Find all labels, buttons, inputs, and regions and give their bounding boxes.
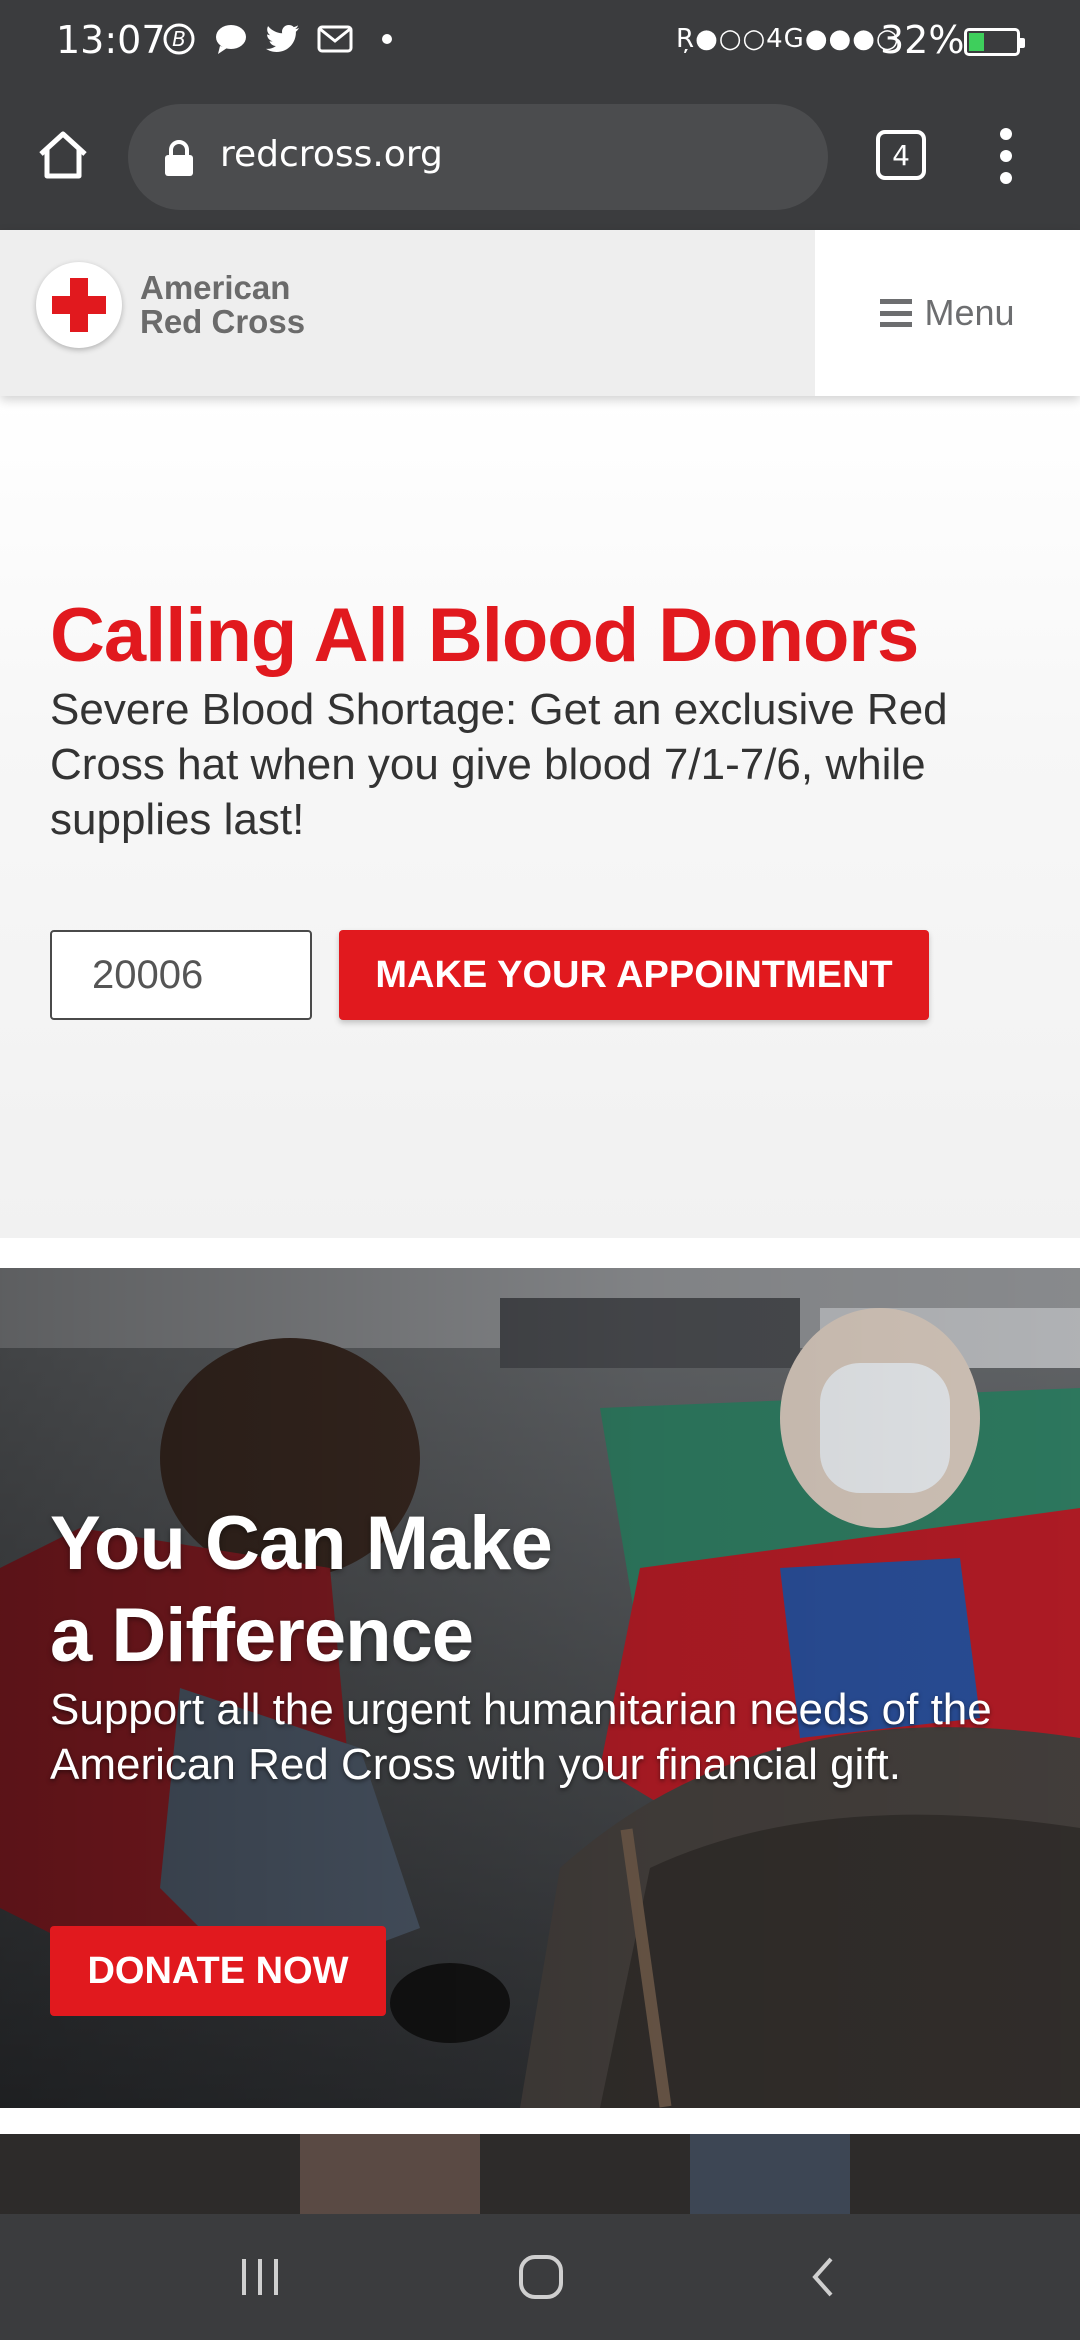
site-header: American Red Cross Menu (0, 230, 1080, 396)
twitter-icon (264, 20, 302, 58)
home-nav-icon (519, 2255, 563, 2299)
make-appointment-button[interactable]: MAKE YOUR APPOINTMENT (339, 930, 929, 1020)
logo-line-1: American (140, 269, 291, 306)
signal-indicator: Ŗ●○○4G●●●○ (676, 24, 900, 54)
url-text: redcross.org (220, 134, 443, 175)
next-section-photo (0, 2134, 1080, 2214)
back-icon (812, 2257, 833, 2297)
tab-switcher-button[interactable]: 4 (876, 130, 926, 180)
recent-apps-button[interactable] (225, 2242, 295, 2312)
back-button[interactable] (788, 2242, 858, 2312)
logo-text: American Red Cross (140, 271, 305, 339)
home-button[interactable] (30, 122, 96, 188)
donate-section: You Can Make a Difference Support all th… (0, 1268, 1080, 2108)
donate-now-button[interactable]: DONATE NOW (50, 1926, 386, 2016)
blood-donor-section: Calling All Blood Donors Severe Blood Sh… (0, 396, 1080, 1238)
chat-bubble-icon (212, 20, 250, 58)
recent-apps-icon (242, 2259, 278, 2295)
lock-icon (162, 138, 196, 183)
battery-percent: 32% (880, 18, 965, 62)
home-icon (39, 131, 87, 179)
hamburger-icon (880, 299, 913, 327)
notification-icons: B (160, 20, 406, 58)
address-bar[interactable]: redcross.org (128, 104, 828, 210)
system-navigation-bar (0, 2214, 1080, 2340)
red-cross-icon (36, 262, 122, 348)
blood-donor-description: Severe Blood Shortage: Get an exclusive … (50, 685, 948, 844)
menu-button[interactable]: Menu (815, 230, 1080, 396)
status-bar: 13:07 B Ŗ●○○4G●●●○ 32% (0, 0, 1080, 84)
home-nav-button[interactable] (506, 2242, 576, 2312)
browser-toolbar: redcross.org 4 (0, 84, 1080, 230)
zip-code-input[interactable] (50, 930, 312, 1020)
logo-line-2: Red Cross (140, 303, 306, 340)
svg-text:B: B (172, 27, 186, 51)
donate-description: Support all the urgent humanitarian need… (50, 1685, 992, 1789)
b-circle-icon: B (160, 20, 198, 58)
blood-donor-title: Calling All Blood Donors (50, 593, 919, 678)
dot-icon (368, 20, 406, 58)
menu-label: Menu (924, 292, 1015, 333)
next-section-image (0, 2134, 1080, 2214)
status-time: 13:07 (56, 18, 166, 62)
battery-icon (964, 28, 1025, 56)
more-options-button[interactable] (986, 128, 1026, 184)
red-cross-logo[interactable]: American Red Cross (36, 262, 305, 348)
donate-title: You Can Make a Difference (50, 1501, 553, 1678)
gmail-icon (316, 20, 354, 58)
